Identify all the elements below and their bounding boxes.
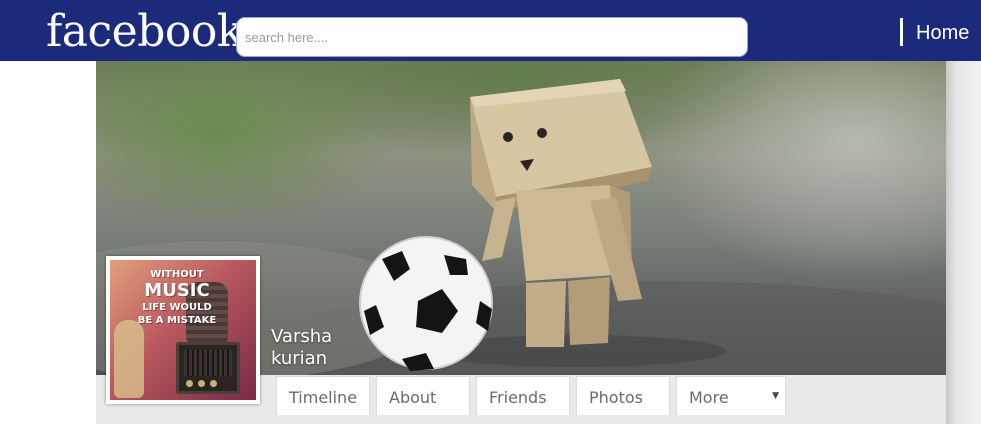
amp-knob [210, 380, 217, 387]
home-link[interactable]: Home [916, 18, 969, 48]
facebook-logo[interactable]: facebook [46, 4, 244, 60]
amplifier-grille [184, 350, 232, 376]
top-navigation-bar: facebook Home [0, 0, 981, 61]
profile-picture[interactable]: Without Music Life Would Be a Mistake [106, 256, 260, 404]
tab-friends[interactable]: Friends [476, 376, 570, 415]
profile-first-name: Varsha [271, 326, 333, 347]
tab-more[interactable]: More ▼ [676, 376, 786, 415]
profile-picture-caption: Without Music Life Would Be a Mistake [132, 268, 222, 327]
profile-picture-image: Without Music Life Would Be a Mistake [110, 260, 256, 400]
dropdown-arrow-icon: ▼ [772, 391, 779, 401]
caption-line: Life Would [142, 302, 212, 313]
nav-divider [900, 18, 903, 46]
amp-knob [198, 380, 205, 387]
amplifier-shape [176, 342, 240, 394]
caption-line: Music [144, 280, 210, 301]
amp-knob [186, 380, 193, 387]
profile-name[interactable]: Varsha kurian [271, 326, 371, 370]
tab-photos[interactable]: Photos [576, 376, 670, 415]
page-gutter [946, 61, 981, 424]
tab-timeline[interactable]: Timeline [276, 376, 370, 415]
tab-about[interactable]: About [376, 376, 470, 415]
search-input[interactable] [236, 17, 748, 57]
tab-more-label: More [689, 388, 729, 407]
caption-line: Be a Mistake [137, 315, 217, 326]
profile-last-name: kurian [271, 348, 328, 369]
guitar-shape [114, 320, 144, 398]
